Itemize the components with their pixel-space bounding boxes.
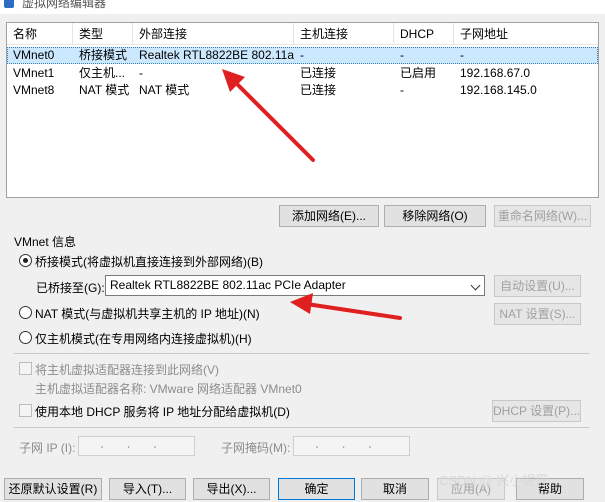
cell-name: VMnet1	[13, 66, 55, 80]
chevron-down-icon[interactable]	[470, 280, 481, 291]
cell-subnet: -	[460, 48, 464, 62]
cancel-button[interactable]: 取消	[361, 478, 429, 500]
column-header-external[interactable]: 外部连接	[133, 23, 294, 45]
cell-host: 已连接	[300, 83, 337, 97]
import-button[interactable]: 导入(T)...	[109, 478, 186, 500]
host-only-label[interactable]: 仅主机模式(在专用网络内连接虚拟机)(H)	[35, 330, 252, 347]
cell-dhcp: -	[400, 48, 404, 62]
window-title: 虚拟网络编辑器	[22, 0, 107, 10]
column-header-host[interactable]: 主机连接	[294, 23, 394, 45]
use-dhcp-label[interactable]: 使用本地 DHCP 服务将 IP 地址分配给虚拟机(D)	[35, 403, 290, 420]
vmnet-info-label: VMnet 信息	[14, 235, 77, 249]
remove-network-button[interactable]: 移除网络(O)	[384, 205, 486, 227]
ok-button[interactable]: 确定	[278, 478, 355, 500]
connect-adapter-label[interactable]: 将主机虚拟适配器连接到此网络(V)	[35, 361, 219, 378]
cell-host: 已连接	[300, 66, 337, 80]
restore-defaults-button[interactable]: 还原默认设置(R)	[4, 478, 102, 500]
bridged-mode-label[interactable]: 桥接模式(将虚拟机直接连接到外部网络)(B)	[35, 253, 263, 270]
nat-mode-radio[interactable]	[19, 306, 32, 319]
bridged-mode-radio[interactable]	[19, 254, 32, 267]
list-header: 名称 类型 外部连接 主机连接 DHCP 子网地址	[7, 23, 598, 45]
cell-type: NAT 模式	[79, 83, 130, 97]
cell-name: VMnet0	[13, 48, 55, 62]
app-icon	[4, 0, 14, 8]
auto-settings-button[interactable]: 自动设置(U)...	[494, 275, 581, 297]
subnet-mask-label: 子网掩码(M):	[221, 441, 291, 455]
table-row[interactable]: VMnet8 NAT 模式 NAT 模式 已连接 - 192.168.145.0	[7, 82, 598, 99]
subnet-ip-label: 子网 IP (I):	[19, 441, 76, 455]
title-bar: 虚拟网络编辑器	[0, 0, 605, 14]
column-header-dhcp[interactable]: DHCP	[394, 23, 454, 45]
adapter-name-label: 主机虚拟适配器名称: VMware 网络适配器 VMnet0	[35, 382, 302, 396]
column-header-subnet[interactable]: 子网地址	[454, 23, 600, 45]
cell-external: Realtek RTL8822BE 802.11a...	[139, 48, 294, 62]
cell-dhcp: -	[400, 83, 404, 97]
annotation-arrow-2	[290, 293, 402, 320]
network-list[interactable]: 名称 类型 外部连接 主机连接 DHCP 子网地址 VMnet0 桥接模式 Re…	[6, 22, 599, 198]
nat-mode-label[interactable]: NAT 模式(与虚拟机共享主机的 IP 地址)(N)	[35, 305, 260, 322]
cell-dhcp: 已启用	[400, 66, 437, 80]
cell-external: NAT 模式	[139, 83, 190, 97]
bridged-to-value: Realtek RTL8822BE 802.11ac PCIe Adapter	[110, 278, 346, 292]
use-dhcp-checkbox[interactable]	[19, 404, 32, 417]
bridged-to-label: 已桥接至(G):	[36, 281, 105, 295]
cell-host: -	[300, 48, 304, 62]
cell-type: 桥接模式	[79, 48, 128, 62]
subnet-mask-input[interactable]: . . .	[293, 436, 410, 456]
cell-external: -	[139, 66, 143, 80]
section-divider	[14, 353, 590, 354]
bridged-to-select[interactable]: Realtek RTL8822BE 802.11ac PCIe Adapter	[105, 275, 485, 296]
export-button[interactable]: 导出(X)...	[193, 478, 270, 500]
host-only-radio[interactable]	[19, 331, 32, 344]
section-divider	[14, 427, 590, 428]
cell-subnet: 192.168.145.0	[460, 83, 537, 97]
connect-adapter-checkbox[interactable]	[19, 362, 32, 375]
column-header-name[interactable]: 名称	[7, 23, 73, 45]
subnet-ip-input[interactable]: . . .	[78, 436, 195, 456]
cell-name: VMnet8	[13, 83, 55, 97]
cell-subnet: 192.168.67.0	[460, 66, 531, 80]
rename-network-button[interactable]: 重命名网络(W)...	[494, 205, 591, 227]
nat-settings-button[interactable]: NAT 设置(S)...	[494, 303, 581, 325]
table-row[interactable]: VMnet1 仅主机... - 已连接 已启用 192.168.67.0	[7, 65, 598, 82]
dhcp-settings-button[interactable]: DHCP 设置(P)...	[492, 400, 581, 422]
cell-type: 仅主机...	[79, 66, 126, 80]
add-network-button[interactable]: 添加网络(E)...	[279, 205, 379, 227]
column-header-type[interactable]: 类型	[73, 23, 133, 45]
watermark: CSDN @ 兴小妮巴	[439, 473, 549, 488]
table-row[interactable]: VMnet0 桥接模式 Realtek RTL8822BE 802.11a...…	[7, 47, 598, 64]
